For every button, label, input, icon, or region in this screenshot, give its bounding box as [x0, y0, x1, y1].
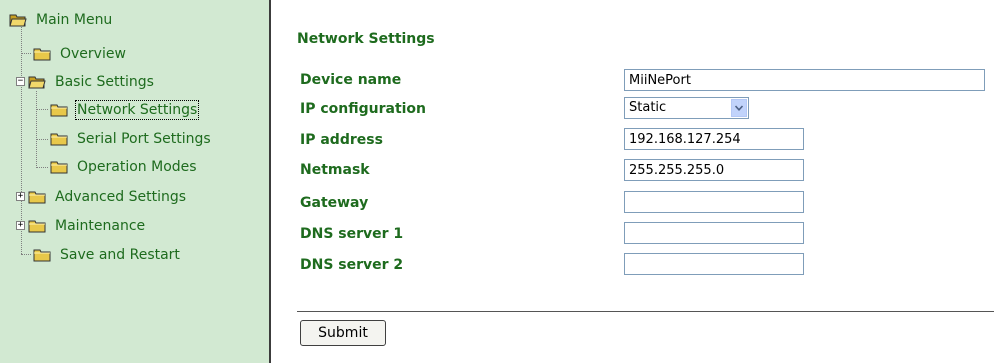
tree-line: [36, 109, 48, 110]
tree-line: [36, 91, 37, 166]
collapse-icon[interactable]: −: [16, 77, 25, 86]
tree-line: [36, 139, 48, 140]
tree-line: [21, 53, 31, 54]
gateway-field[interactable]: [624, 191, 804, 213]
dns-server-1-field[interactable]: [624, 222, 804, 244]
menu-item-maintenance[interactable]: Maintenance: [28, 216, 147, 236]
menu-item-serial-port-settings[interactable]: Serial Port Settings: [50, 129, 213, 149]
folder-icon: [33, 47, 51, 61]
gateway-label: Gateway: [300, 195, 369, 211]
menu-item-overview[interactable]: Overview: [33, 44, 128, 64]
menu-tree: Main Menu Overview − Basic Settings Netw…: [0, 0, 269, 363]
dns-server-1-label: DNS server 1: [300, 226, 404, 242]
page-title: Network Settings: [297, 31, 435, 47]
submit-button[interactable]: Submit: [300, 320, 386, 346]
menu-item-label: Overview: [60, 46, 126, 62]
tree-line: [21, 254, 31, 255]
folder-icon: [28, 219, 46, 233]
ip-configuration-label: IP configuration: [300, 101, 427, 117]
menu-item-save-and-restart[interactable]: Save and Restart: [33, 245, 182, 265]
expand-icon[interactable]: +: [16, 221, 25, 230]
navigation-pane: Main Menu Overview − Basic Settings Netw…: [0, 0, 271, 363]
menu-item-label: Network Settings: [75, 100, 200, 120]
expand-icon[interactable]: +: [16, 192, 25, 201]
device-name-field[interactable]: [624, 69, 985, 91]
ip-configuration-select[interactable]: Static: [624, 97, 749, 119]
menu-item-main-menu[interactable]: Main Menu: [9, 10, 114, 30]
menu-item-label: Serial Port Settings: [77, 131, 211, 147]
menu-item-network-settings[interactable]: Network Settings: [50, 100, 200, 120]
open-folder-icon: [28, 75, 46, 89]
divider: [297, 311, 994, 312]
folder-icon: [50, 160, 68, 174]
folder-icon: [28, 190, 46, 204]
netmask-label: Netmask: [300, 162, 370, 178]
ip-configuration-value: Static: [629, 100, 667, 115]
tree-line: [36, 167, 48, 168]
menu-item-label: Basic Settings: [55, 74, 154, 90]
content-pane: Network Settings Device name IP configur…: [271, 0, 994, 363]
folder-icon: [50, 132, 68, 146]
menu-item-operation-modes[interactable]: Operation Modes: [50, 157, 199, 177]
ip-address-label: IP address: [300, 132, 383, 148]
device-name-label: Device name: [300, 72, 402, 88]
open-folder-icon: [9, 13, 27, 27]
menu-item-label: Main Menu: [36, 12, 113, 28]
folder-icon: [33, 248, 51, 262]
netmask-field[interactable]: [624, 159, 804, 181]
dns-server-2-label: DNS server 2: [300, 257, 404, 273]
menu-item-label: Maintenance: [55, 218, 146, 234]
menu-item-label: Operation Modes: [77, 159, 197, 175]
menu-item-label: Save and Restart: [60, 247, 180, 263]
ip-address-field[interactable]: [624, 128, 804, 150]
menu-item-label: Advanced Settings: [55, 189, 187, 205]
menu-item-advanced-settings[interactable]: Advanced Settings: [28, 187, 188, 207]
chevron-down-icon[interactable]: [731, 99, 747, 117]
dns-server-2-field[interactable]: [624, 253, 804, 275]
folder-icon: [50, 103, 68, 117]
menu-item-basic-settings[interactable]: Basic Settings: [28, 72, 156, 92]
